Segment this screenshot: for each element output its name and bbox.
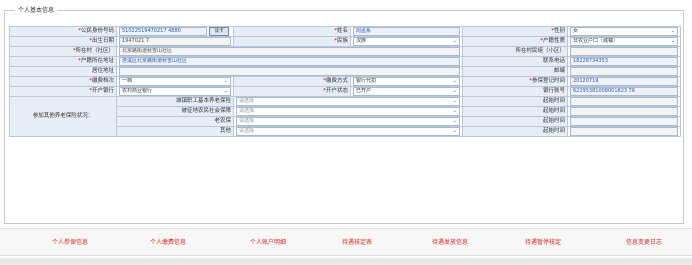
enroll-date-input[interactable]: 20120719 <box>570 77 678 86</box>
payment-method-select[interactable]: 银行代扣 ⌄ <box>353 77 460 86</box>
chevron-down-icon: ⌄ <box>452 118 457 124</box>
enroll-date-label: *参保登记时间 <box>462 76 568 87</box>
other-insurance-item-label: 城镇职工基本养老保险 <box>116 96 234 107</box>
form-row: *户籍所在地址 遂溪区北京路街道秋雪山社区 联系电话 18228734353 <box>9 56 681 67</box>
account-number-input[interactable]: 62295381008001823 76 <box>570 87 678 96</box>
chevron-down-icon: ⌄ <box>452 98 457 104</box>
chevron-down-icon: ⌄ <box>223 78 228 84</box>
other-insurance-item-label: 其他 <box>116 126 234 137</box>
chevron-down-icon: ⌄ <box>670 38 675 44</box>
start-time-label: 起始时间 <box>462 96 568 107</box>
villager-group-label: 所在村民组（小区） <box>462 46 568 57</box>
form-row: *出生日期 1947021 7 *民族 汉族 ⌄ *户籍性质 非农业户口（城镇） ⌄ <box>9 36 681 47</box>
link-personal-payment-info[interactable]: 个人缴费信息 <box>150 237 186 246</box>
payment-grade-label: *缴费档次 <box>9 76 117 87</box>
residence-input[interactable] <box>119 67 460 76</box>
chevron-down-icon: ⌄ <box>452 88 457 94</box>
postcode-label: 邮编 <box>462 66 568 77</box>
chevron-down-icon: ⌄ <box>452 108 457 114</box>
link-personal-account-detail[interactable]: 个人账户明细 <box>250 237 286 246</box>
postcode-input[interactable] <box>570 67 678 76</box>
account-status-select[interactable]: 已开户 ⌄ <box>353 87 460 96</box>
hukou-type-select[interactable]: 非农业户口（城镇） ⌄ <box>570 37 678 46</box>
hukou-address-input[interactable]: 遂溪区北京路街道秋雪山社区 <box>119 57 460 66</box>
id-number-input[interactable]: 51022519470217 4880 <box>119 27 207 36</box>
bank-label: *开户银行 <box>9 86 117 97</box>
start-time-label: 起始时间 <box>462 116 568 127</box>
other-insurance-select[interactable]: 请选择 ⌄ <box>236 97 460 106</box>
other-insurance-label: 参加其他养老保险状况： <box>9 96 117 137</box>
account-number-label: 银行账号 <box>462 86 568 97</box>
id-number-cell: 51022519470217 4880 读卡 <box>116 26 234 37</box>
chevron-down-icon: ⌄ <box>670 28 675 34</box>
bank-select[interactable]: 农村商业银行 ⌄ <box>119 87 231 96</box>
start-time-input[interactable] <box>570 117 678 126</box>
gender-select[interactable]: 女 ⌄ <box>570 27 678 36</box>
hukou-type-label: *户籍性质 <box>462 36 568 47</box>
form-row: *开户银行 农村商业银行 ⌄ *开户状态 已开户 ⌄ 银行账号 6229538100… <box>9 86 681 97</box>
id-number-label: *公民身份号码 <box>9 26 117 37</box>
link-change-log[interactable]: 信息变更日志 <box>626 237 662 246</box>
villager-group-input[interactable] <box>570 47 678 56</box>
form-row: 居住地址 邮编 <box>9 66 681 77</box>
account-status-label: *开户状态 <box>233 86 351 97</box>
form-row: *公民身份号码 51022519470217 4880 读卡 *姓名 周孟系 *性… <box>9 26 681 37</box>
link-benefit-verification[interactable]: 待遇核定表 <box>342 237 372 246</box>
hukou-address-label: *户籍所在地址 <box>9 56 117 67</box>
chevron-down-icon: ⌄ <box>452 38 457 44</box>
link-benefit-payment-info[interactable]: 待遇发放信息 <box>432 237 468 246</box>
other-insurance-item-label: 被征地农民社会保障 <box>116 106 234 117</box>
basic-info-form: *公民身份号码 51022519470217 4880 读卡 *姓名 周孟系 *性… <box>9 26 681 137</box>
phone-input[interactable]: 18228734353 <box>570 57 678 66</box>
chevron-down-icon: ⌄ <box>452 78 457 84</box>
bottom-link-bar: 个人参保信息 个人缴费信息 个人账户明细 待遇核定表 待遇发放信息 待遇暂停核定… <box>0 228 692 256</box>
name-input[interactable]: 周孟系 <box>353 27 460 36</box>
gender-label: *性别 <box>462 26 568 37</box>
other-insurance-row: 参加其他养老保险状况： 城镇职工基本养老保险 请选择 ⌄ 起始时间 <box>9 96 681 137</box>
phone-label: 联系电话 <box>462 56 568 67</box>
payment-grade-select[interactable]: 一档 ⌄ <box>119 77 231 86</box>
link-benefit-suspension[interactable]: 待遇暂停核定 <box>525 237 561 246</box>
other-insurance-select[interactable]: 请选择 ⌄ <box>236 127 460 136</box>
payment-method-label: *缴费方式 <box>233 76 351 87</box>
ethnicity-label: *民族 <box>233 36 351 47</box>
chevron-down-icon: ⌄ <box>452 128 457 134</box>
residence-label: 居住地址 <box>9 66 117 77</box>
start-time-input[interactable] <box>570 107 678 116</box>
ethnicity-select[interactable]: 汉族 ⌄ <box>353 37 460 46</box>
other-insurance-item-label: 老农保 <box>116 116 234 127</box>
status-bar <box>0 258 692 265</box>
section-title: 个人基本信息 <box>15 6 58 15</box>
start-time-label: 起始时间 <box>462 126 568 137</box>
form-row: *缴费档次 一档 ⌄ *缴费方式 银行代扣 ⌄ *参保登记时间 20120719 <box>9 76 681 87</box>
other-insurance-select[interactable]: 请选择 ⌄ <box>236 117 460 126</box>
other-insurance-select[interactable]: 请选择 ⌄ <box>236 107 460 116</box>
start-time-input[interactable] <box>570 97 678 106</box>
link-personal-insurance-info[interactable]: 个人参保信息 <box>52 237 88 246</box>
chevron-down-icon: ⌄ <box>223 88 228 94</box>
name-label: *姓名 <box>233 26 351 37</box>
birth-date-label: *出生日期 <box>9 36 117 47</box>
start-time-label: 起始时间 <box>462 106 568 117</box>
form-row: *所在村（社区） 北京路街道秋雪山社区 所在村民组（小区） <box>9 46 681 57</box>
village-label: *所在村（社区） <box>9 46 117 57</box>
read-card-button[interactable]: 读卡 <box>209 27 229 36</box>
birth-date-input[interactable]: 1947021 7 <box>119 37 231 46</box>
start-time-input[interactable] <box>570 127 678 136</box>
village-input[interactable]: 北京路街道秋雪山社区 <box>119 47 460 56</box>
